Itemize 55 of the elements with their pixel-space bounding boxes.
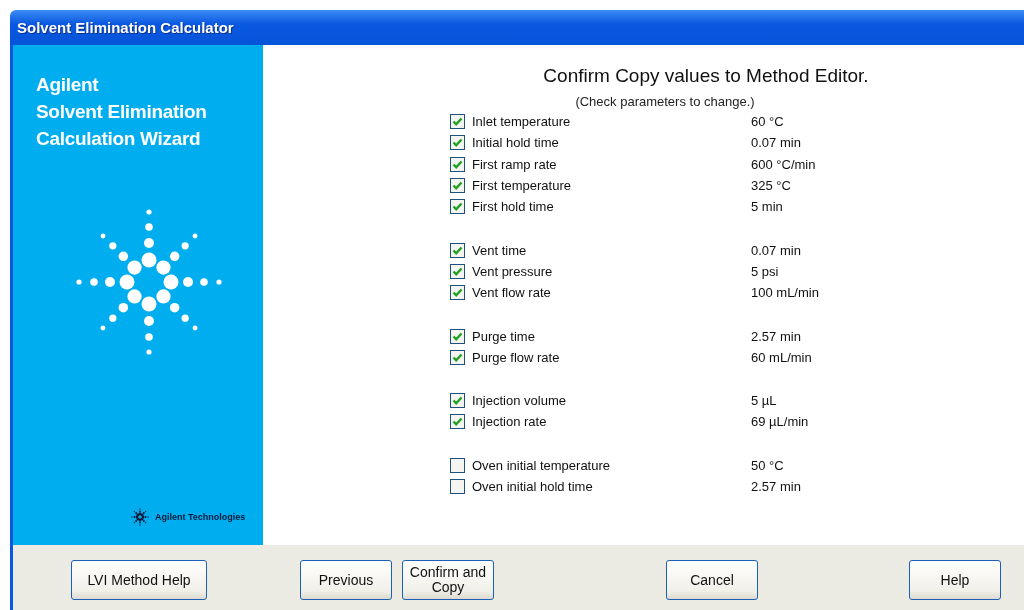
page-title: Confirm Copy values to Method Editor. [543,65,869,87]
parameter-value: 60 °C [751,114,784,130]
parameter-value: 100 mL/min [751,285,819,301]
parameter-label: Vent pressure [472,263,554,279]
checkbox[interactable] [450,414,465,430]
checkbox[interactable] [450,263,465,279]
parameter-value: 5 µL [751,393,777,409]
parameter-label: First temperature [472,178,572,194]
parameter-label: Injection rate [472,414,548,430]
checkbox[interactable] [450,178,465,194]
checkbox[interactable] [450,242,465,258]
wizard-heading: Solvent Elimination [36,100,208,124]
dialog-button[interactable]: Cancel [666,560,758,600]
parameter-label: Vent flow rate [472,285,552,301]
parameter-value: 50 °C [751,457,784,473]
wizard-heading: Agilent [36,73,100,97]
parameter-label: First hold time [472,199,555,215]
checkbox[interactable] [450,135,465,151]
parameter-value: 69 µL/min [751,414,809,430]
checkbox[interactable] [450,349,465,365]
parameter-label: Purge flow rate [472,349,561,365]
parameter-value: 5 min [751,199,783,215]
parameter-value: 325 °C [751,178,791,194]
dialog-button[interactable]: Confirm and Copy [402,560,494,600]
dialog-button[interactable]: Previous [300,560,392,600]
parameter-label: Injection volume [472,393,567,409]
parameter-label: First ramp rate [472,156,558,172]
checkbox[interactable] [450,285,465,301]
dialog-button[interactable]: Help [909,560,1001,600]
checkbox[interactable] [450,114,465,130]
checkbox[interactable] [450,393,465,409]
parameter-value: 0.07 min [751,242,801,258]
parameter-value: 2.57 min [751,479,801,494]
parameter-value: 2.57 min [751,328,801,344]
spark-logo-icon [130,507,150,527]
parameter-value: 600 °C/min [751,156,816,172]
checkbox[interactable] [450,328,465,344]
checkbox[interactable] [450,199,465,215]
dialog-button[interactable]: LVI Method Help [71,560,207,600]
parameter-label: Oven initial temperature [472,457,611,473]
checkbox[interactable] [450,457,465,473]
parameter-value: 5 psi [751,263,779,279]
window-title: Solvent Elimination Calculator [17,19,234,36]
parameter-label: Purge time [472,328,536,344]
parameter-label: Oven initial hold time [472,479,594,494]
checkbox[interactable] [450,479,465,494]
parameter-value: 0.07 min [751,135,801,151]
instruction-text: (Check parameters to change.) [575,94,755,109]
wizard-heading: Calculation Wizard [36,127,202,151]
parameter-label: Vent time [472,242,528,258]
parameter-value: 60 mL/min [751,349,812,365]
checkbox[interactable] [450,156,465,172]
parameter-label: Initial hold time [472,135,560,151]
brand-name: Agilent Technologies [155,512,246,522]
parameter-label: Inlet temperature [472,114,572,130]
